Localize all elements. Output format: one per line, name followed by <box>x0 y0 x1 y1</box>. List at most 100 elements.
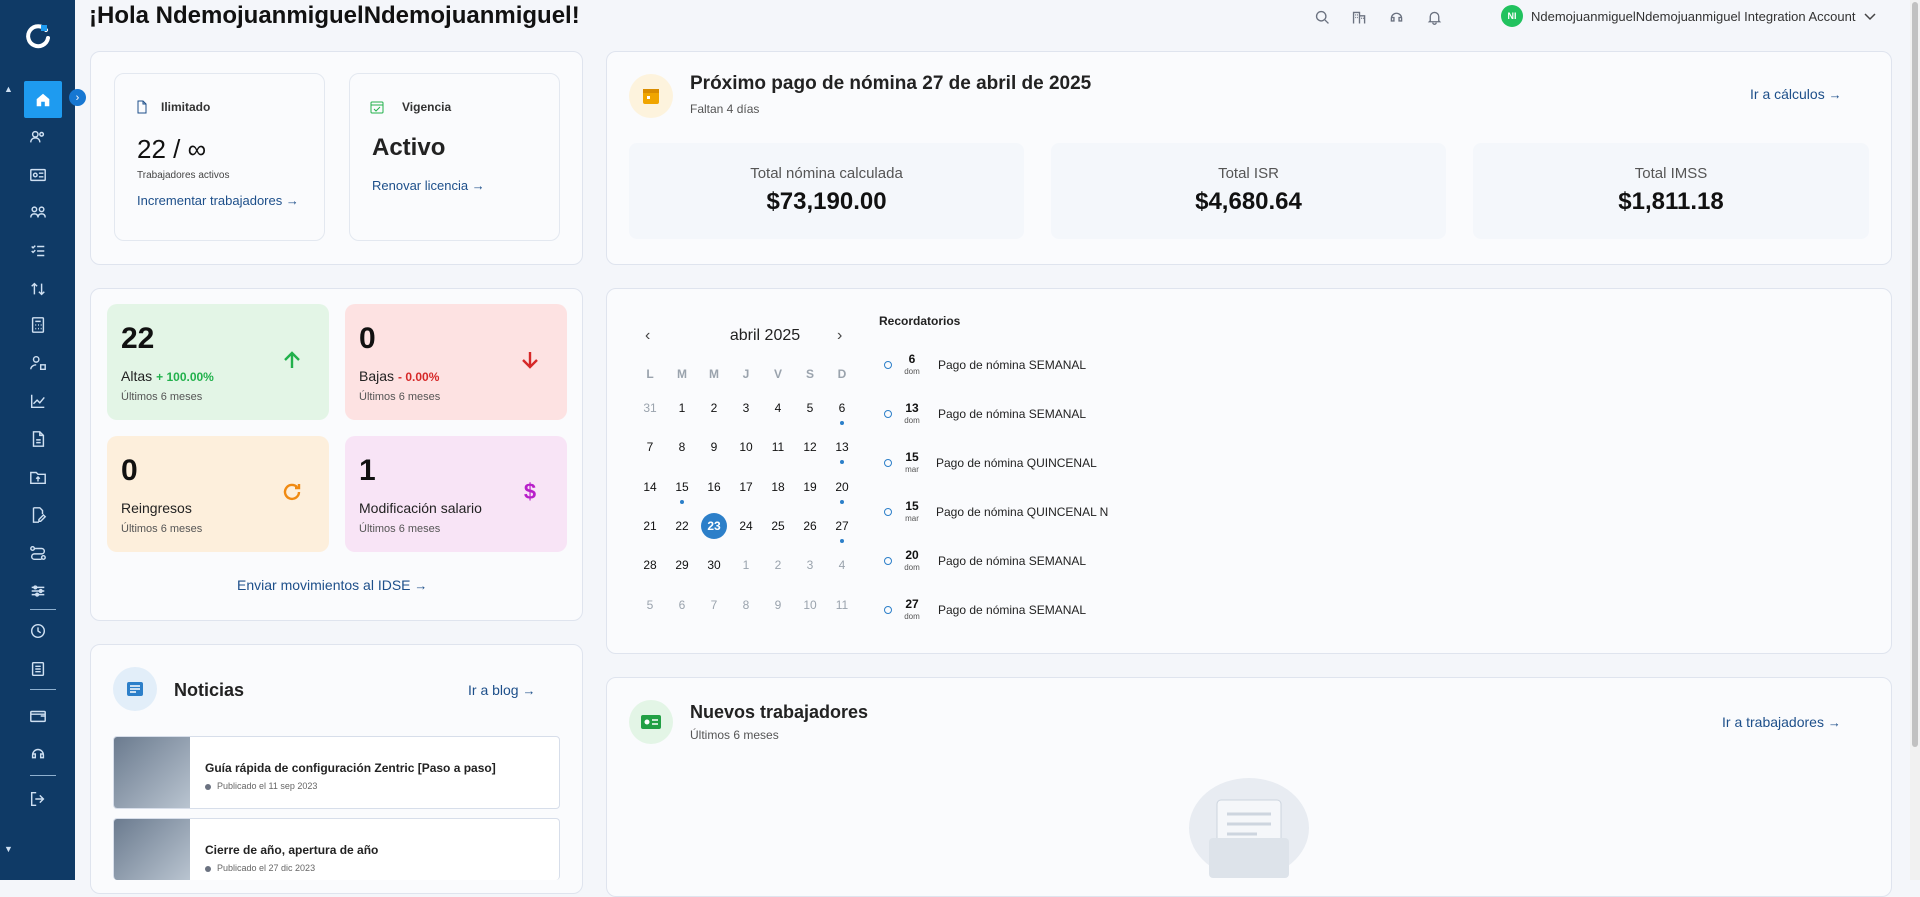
calendar-day[interactable]: 11 <box>766 440 790 454</box>
calendar-day[interactable]: 1 <box>670 401 694 415</box>
sidebar-item-checklist[interactable] <box>25 240 51 262</box>
calendar-day[interactable]: 14 <box>638 480 662 494</box>
sidebar-item-user-money[interactable] <box>25 352 51 374</box>
calendar-day[interactable]: 4 <box>766 401 790 415</box>
renew-license-link[interactable]: Renovar licencia → <box>372 178 485 193</box>
reminder-item[interactable]: 15 mar Pago de nómina QUINCENAL N <box>884 499 1204 529</box>
calendar-day-number: 20 <box>835 480 849 494</box>
news-item[interactable]: Cierre de año, apertura de año Publicado… <box>113 818 560 880</box>
calendar-day[interactable]: 18 <box>766 480 790 494</box>
sidebar-item-upload[interactable] <box>25 466 51 488</box>
page-scrollbar[interactable] <box>1910 0 1920 880</box>
calendar-day[interactable]: 31 <box>638 401 662 415</box>
go-to-blog-link[interactable]: Ir a blog → <box>468 682 535 698</box>
sidebar-item-history[interactable] <box>25 620 51 642</box>
calendar-day[interactable]: 16 <box>702 480 726 494</box>
news-item[interactable]: Guía rápida de configuración Zentric [Pa… <box>113 736 560 809</box>
go-to-calculations-link[interactable]: Ir a cálculos → <box>1750 86 1842 102</box>
reminder-item[interactable]: 13 dom Pago de nómina SEMANAL <box>884 401 1204 431</box>
calendar-day[interactable]: 6 <box>830 401 854 425</box>
calendar-day[interactable]: 2 <box>702 401 726 415</box>
calendar-day[interactable]: 1 <box>734 558 758 572</box>
collapse-sidebar-button[interactable]: › <box>69 89 86 106</box>
sidebar-item-logs[interactable] <box>25 658 51 680</box>
scroll-up-icon[interactable]: ▲ <box>4 84 13 94</box>
calendar-day[interactable]: 28 <box>638 558 662 572</box>
sidebar-item-support[interactable] <box>25 743 51 765</box>
sidebar-item-logout[interactable] <box>25 788 51 810</box>
altas-stat[interactable]: 22 Altas + 100.00% Últimos 6 meses <box>107 304 329 420</box>
calendar-day[interactable]: 11 <box>830 598 854 612</box>
calendar-day[interactable]: 25 <box>766 519 790 533</box>
next-month-button[interactable]: › <box>837 327 842 345</box>
calendar-day[interactable]: 27 <box>830 519 854 543</box>
calendar-day[interactable]: 3 <box>734 401 758 415</box>
scroll-down-icon[interactable]: ▼ <box>4 844 13 854</box>
calendar-day[interactable]: 26 <box>798 519 822 533</box>
calendar-day[interactable]: 21 <box>638 519 662 533</box>
calendar-day[interactable]: 24 <box>734 519 758 533</box>
scrollbar-thumb[interactable] <box>1912 2 1918 747</box>
reminder-item[interactable]: 6 dom Pago de nómina SEMANAL <box>884 352 1204 382</box>
calendar-day[interactable]: 7 <box>702 598 726 612</box>
increase-workers-link[interactable]: Incrementar trabajadores → <box>137 193 299 208</box>
calendar-day[interactable]: 13 <box>830 440 854 464</box>
event-dot <box>840 539 844 543</box>
sidebar-item-cards[interactable] <box>25 164 51 186</box>
sidebar-item-edit-doc[interactable] <box>25 504 51 526</box>
calendar-day[interactable]: 5 <box>798 401 822 415</box>
sidebar-item-routes[interactable] <box>25 542 51 564</box>
calendar-day[interactable]: 10 <box>734 440 758 454</box>
sidebar-item-workers[interactable] <box>25 126 51 148</box>
calendar-day[interactable]: 9 <box>702 440 726 454</box>
calendar-day[interactable]: 30 <box>702 558 726 572</box>
prev-month-button[interactable]: ‹ <box>645 327 650 345</box>
total-isr-value: $4,680.64 <box>1195 188 1302 215</box>
go-to-workers-link[interactable]: Ir a trabajadores → <box>1722 714 1841 730</box>
calendar-day[interactable]: 2 <box>766 558 790 572</box>
calendar-day[interactable]: 15 <box>670 480 694 504</box>
calendar-day[interactable]: 7 <box>638 440 662 454</box>
new-workers-icon-badge <box>629 700 673 744</box>
sidebar-item-reports[interactable] <box>25 390 51 412</box>
support-button[interactable] <box>1386 7 1406 27</box>
calendar-day[interactable]: 22 <box>670 519 694 533</box>
salario-stat[interactable]: 1 Modificación salario Últimos 6 meses $ <box>345 436 567 552</box>
reminder-item[interactable]: 15 mar Pago de nómina QUINCENAL <box>884 450 1204 480</box>
calendar-day[interactable]: 9 <box>766 598 790 612</box>
sidebar-item-calculator[interactable] <box>25 314 51 336</box>
sidebar-item-billing[interactable] <box>25 705 51 727</box>
sidebar-item-documents[interactable] <box>25 428 51 450</box>
calendar-day-today[interactable]: 23 <box>701 513 727 539</box>
account-menu[interactable]: NI NdemojuanmiguelNdemojuanmiguel Integr… <box>1501 5 1877 27</box>
reminder-item[interactable]: 27 dom Pago de nómina SEMANAL <box>884 597 1204 627</box>
calendar-week: 7 8 9 10 11 12 13 <box>638 440 860 464</box>
bajas-stat[interactable]: 0 Bajas - 0.00% Últimos 6 meses <box>345 304 567 420</box>
reingresos-stat[interactable]: 0 Reingresos Últimos 6 meses <box>107 436 329 552</box>
companies-button[interactable] <box>1349 7 1369 27</box>
calendar-day[interactable]: 3 <box>798 558 822 572</box>
calendar-day[interactable]: 20 <box>830 480 854 504</box>
calendar-day[interactable]: 19 <box>798 480 822 494</box>
calendar-day[interactable]: 29 <box>670 558 694 572</box>
calendar-day[interactable]: 17 <box>734 480 758 494</box>
calendar-day[interactable]: 10 <box>798 598 822 612</box>
news-title: Noticias <box>174 680 245 700</box>
calendar-day[interactable]: 8 <box>670 440 694 454</box>
search-button[interactable] <box>1312 7 1332 27</box>
sidebar-item-teams[interactable] <box>25 202 51 224</box>
reminder-item[interactable]: 20 dom Pago de nómina SEMANAL <box>884 548 1204 578</box>
send-idse-link[interactable]: Enviar movimientos al IDSE → <box>237 577 427 593</box>
notifications-button[interactable] <box>1424 7 1444 27</box>
app-logo[interactable] <box>24 22 52 50</box>
calendar-day[interactable]: 12 <box>798 440 822 454</box>
calendar-day[interactable]: 4 <box>830 558 854 572</box>
total-payroll-box: Total nómina calculada $73,190.00 <box>629 143 1024 239</box>
sidebar-item-transfers[interactable] <box>25 278 51 300</box>
calendar-day[interactable]: 8 <box>734 598 758 612</box>
circle-icon <box>884 508 892 516</box>
sidebar-item-settings[interactable] <box>25 580 51 602</box>
calendar-day[interactable]: 6 <box>670 598 694 612</box>
sidebar-item-home[interactable] <box>24 81 62 118</box>
calendar-day[interactable]: 5 <box>638 598 662 612</box>
